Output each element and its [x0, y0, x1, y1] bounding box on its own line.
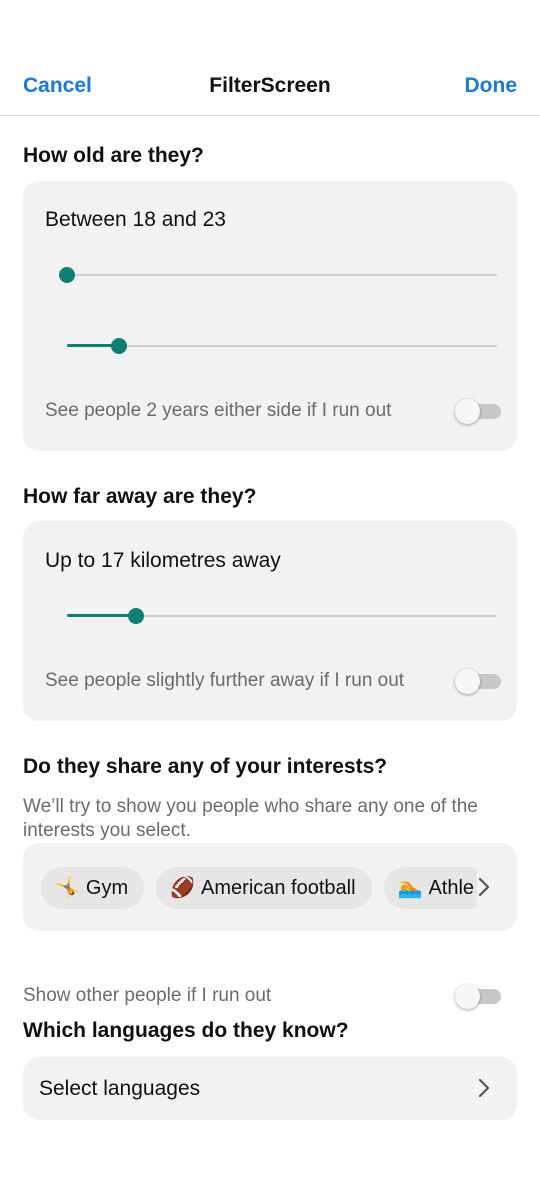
slider-track — [67, 345, 497, 347]
top-bar: Cancel FilterScreen Done — [0, 58, 540, 116]
chevron-right-icon[interactable] — [473, 876, 495, 898]
switch-knob — [455, 984, 480, 1009]
interests-description: We’ll try to show you people who share a… — [23, 796, 478, 841]
athletics-icon: 🏊 — [397, 877, 423, 899]
screen-title: FilterScreen — [209, 74, 331, 97]
age-max-slider[interactable] — [67, 336, 497, 356]
slider-thumb[interactable] — [59, 267, 75, 283]
chip-label: Athle — [428, 877, 475, 899]
slider-track — [67, 274, 497, 276]
interest-chip-list: 🤸 Gym 🏈 American football 🏊 Athle — [41, 867, 477, 909]
distance-expand-switch[interactable] — [455, 669, 501, 694]
age-expand-label: See people 2 years either side if I run … — [45, 400, 392, 421]
age-card: Between 18 and 23 See people 2 years eit… — [23, 181, 517, 451]
show-others-label: Show other people if I run out — [23, 985, 272, 1006]
interests-section-title: Do they share any of your interests? — [23, 755, 388, 778]
distance-slider[interactable] — [67, 606, 497, 626]
switch-knob — [455, 669, 480, 694]
distance-expand-label: See people slightly further away if I ru… — [45, 670, 405, 691]
switch-knob — [455, 399, 480, 424]
gym-icon: 🤸 — [55, 877, 80, 899]
chip-label: Gym — [85, 877, 129, 899]
languages-section-title: Which languages do they know? — [23, 1019, 349, 1042]
slider-thumb[interactable] — [128, 608, 144, 624]
age-expand-toggle-row: See people 2 years either side if I run … — [45, 397, 501, 425]
slider-thumb[interactable] — [111, 338, 127, 354]
select-languages-row[interactable]: Select languages — [23, 1057, 517, 1120]
age-section-title: How old are they? — [23, 144, 204, 167]
interests-card: 🤸 Gym 🏈 American football 🏊 Athle — [23, 843, 517, 931]
interest-chip-american-football[interactable]: 🏈 American football — [156, 867, 372, 909]
distance-section-title: How far away are they? — [23, 485, 257, 508]
slider-fill — [67, 614, 136, 617]
distance-card: Up to 17 kilometres away See people slig… — [23, 521, 517, 721]
american-football-icon: 🏈 — [170, 877, 196, 899]
interest-chip-athletics[interactable]: 🏊 Athle — [383, 867, 477, 909]
chevron-right-icon — [473, 1077, 495, 1099]
age-expand-switch[interactable] — [455, 399, 501, 424]
distance-expand-toggle-row: See people slightly further away if I ru… — [45, 667, 501, 695]
chip-label: American football — [201, 877, 356, 899]
select-languages-label: Select languages — [39, 1077, 201, 1100]
done-button[interactable]: Done — [465, 74, 518, 98]
age-min-slider[interactable] — [59, 265, 497, 285]
show-others-toggle-row: Show other people if I run out — [23, 982, 501, 1012]
show-others-switch[interactable] — [455, 984, 501, 1009]
distance-value-text: Up to 17 kilometres away — [45, 549, 281, 572]
interest-chip-gym[interactable]: 🤸 Gym — [41, 867, 145, 909]
age-range-text: Between 18 and 23 — [45, 208, 226, 231]
